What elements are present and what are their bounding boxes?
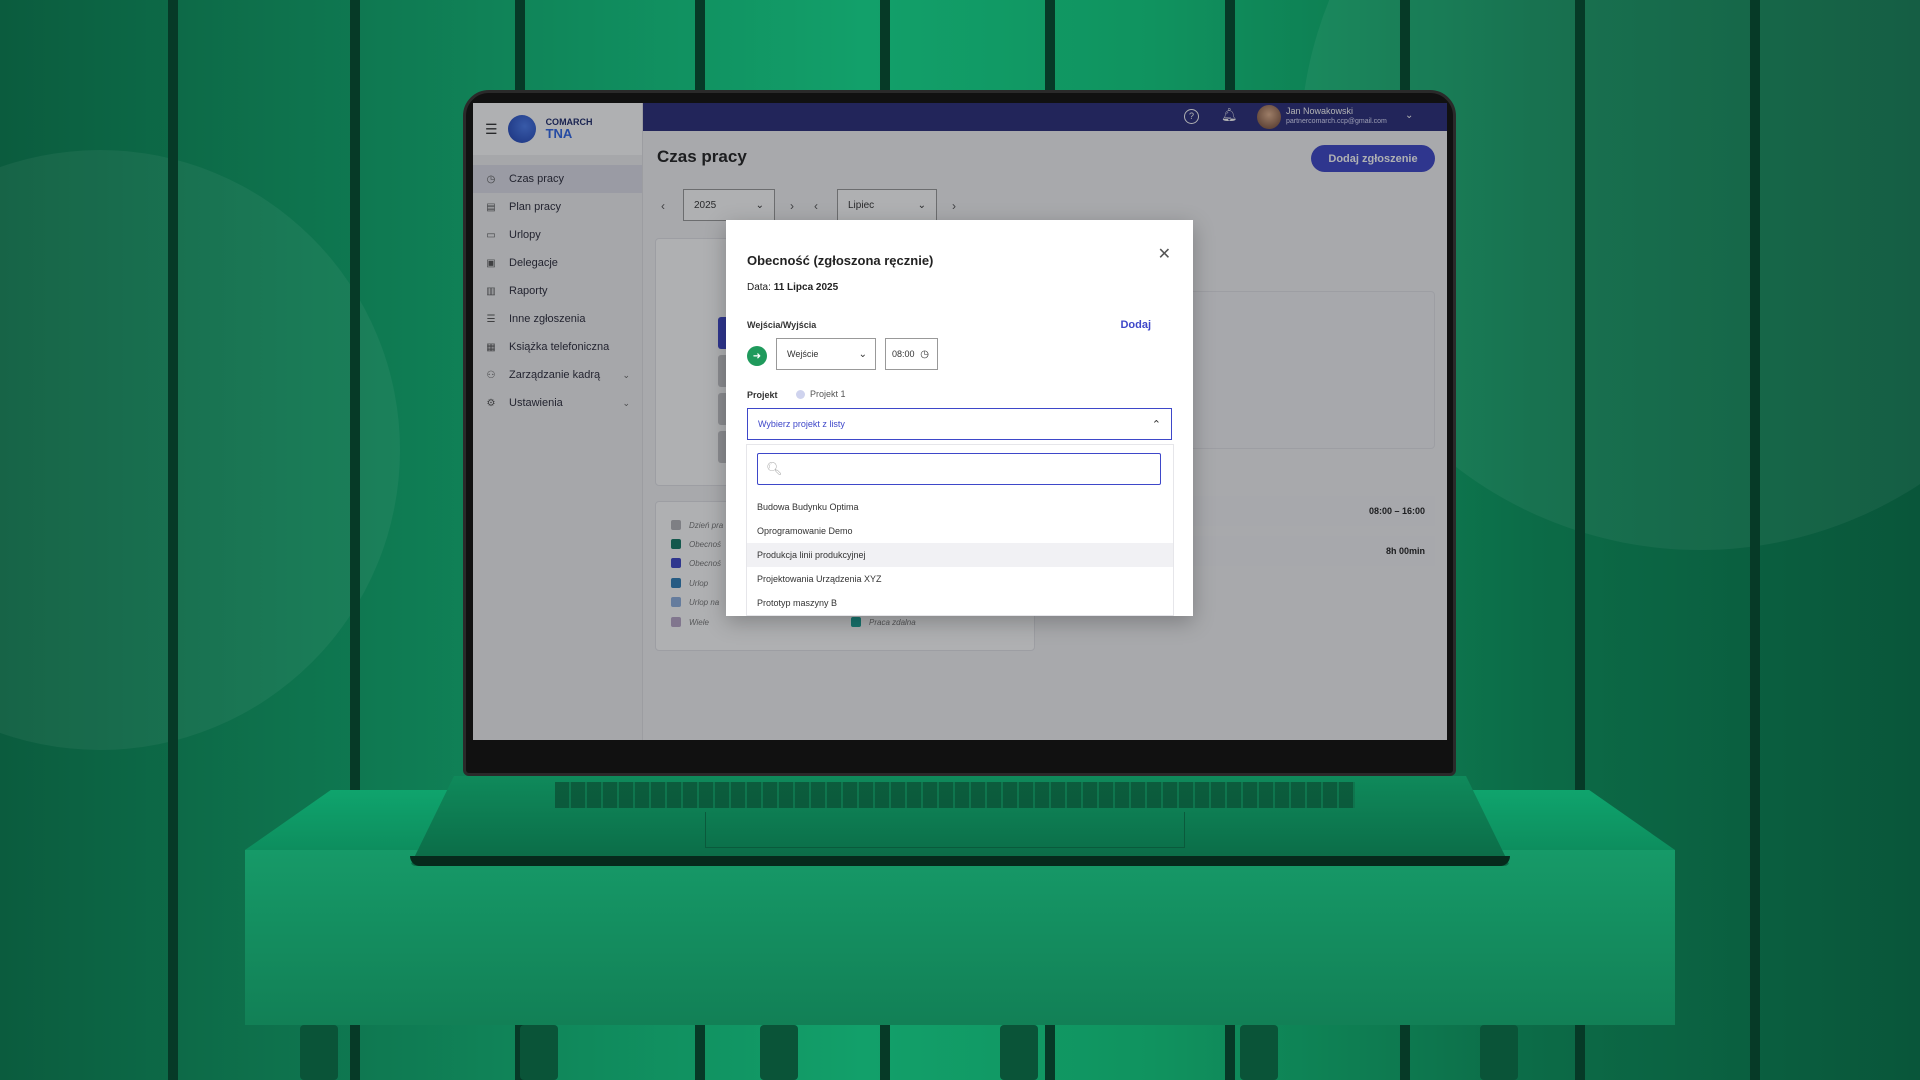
attendance-modal: Obecność (zgłoszona ręcznie) ✕ Data: 11 … <box>726 220 1193 616</box>
entry-time-value: 08:00 <box>892 349 915 359</box>
search-icon: 🔍︎ <box>766 461 783 476</box>
table-leg <box>1000 1025 1038 1080</box>
modal-date: Data: 11 Lipca 2025 <box>747 282 838 293</box>
project-option[interactable]: Prototyp maszyny B <box>747 591 1173 615</box>
laptop-base-edge <box>410 856 1510 866</box>
laptop-keyboard <box>555 782 1355 808</box>
background-stripe <box>1750 0 1760 1080</box>
table-leg <box>1240 1025 1278 1080</box>
selected-project-name: Projekt 1 <box>810 389 846 399</box>
chevron-up-icon: ⌃ <box>1151 418 1161 431</box>
background-stripe <box>168 0 178 1080</box>
entry-icon: ➜ <box>747 346 767 366</box>
project-label: Projekt <box>747 390 778 400</box>
table-leg <box>300 1025 338 1080</box>
date-label: Data: <box>747 282 771 293</box>
entry-time-input[interactable]: 08:00 ◷ <box>885 338 938 370</box>
project-dropdown[interactable]: Wybierz projekt z listy ⌃ <box>747 408 1172 440</box>
table-leg <box>1480 1025 1518 1080</box>
project-dropdown-placeholder: Wybierz projekt z listy <box>758 419 845 429</box>
project-option[interactable]: Oprogramowanie Demo <box>747 519 1173 543</box>
table-leg <box>760 1025 798 1080</box>
background-shape <box>0 150 400 750</box>
table-front <box>245 850 1675 1025</box>
laptop-screen: ? 🔔︎ Jan Nowakowski partnercomarch.ccp@g… <box>473 103 1447 740</box>
close-icon[interactable]: ✕ <box>1158 244 1171 264</box>
clock-icon: ◷ <box>920 348 929 360</box>
laptop-trackpad <box>705 812 1185 848</box>
entries-label: Wejścia/Wyjścia <box>747 320 817 330</box>
project-search-input[interactable]: 🔍︎ <box>757 453 1161 485</box>
modal-title: Obecność (zgłoszona ręcznie) <box>747 253 934 268</box>
project-pin-icon <box>796 389 805 399</box>
selected-project: Projekt 1 <box>796 389 846 399</box>
entry-type-value: Wejście <box>787 349 819 359</box>
project-option[interactable]: Projektowania Urządzenia XYZ <box>747 567 1173 591</box>
add-entry-link[interactable]: Dodaj <box>1120 319 1151 331</box>
chevron-down-icon: ⌄ <box>858 348 867 360</box>
entry-type-select[interactable]: Wejście ⌄ <box>776 338 876 370</box>
date-value: 11 Lipca 2025 <box>773 282 839 293</box>
project-option[interactable]: Produkcja linii produkcyjnej <box>747 543 1173 567</box>
project-option[interactable]: Budowa Budynku Optima <box>747 495 1173 519</box>
table-leg <box>520 1025 558 1080</box>
project-dropdown-panel: 🔍︎ Budowa Budynku Optima Oprogramowanie … <box>746 444 1174 616</box>
